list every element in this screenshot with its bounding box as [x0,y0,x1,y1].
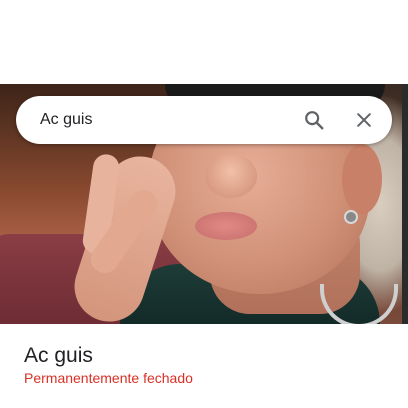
status-closed: Permanentemente fechado [24,370,193,386]
search-input[interactable]: Ac guis [40,96,290,144]
search-bar[interactable]: Ac guis [16,96,392,144]
photo-nose [205,154,257,198]
photo-lips [195,212,257,240]
photo-earring [344,210,358,224]
place-info-panel: Ac guis Permanentemente fechado [0,324,408,408]
close-button[interactable] [348,104,380,136]
close-icon [357,113,371,127]
top-blank-area [0,0,408,84]
search-button[interactable] [298,104,330,136]
photo-edge-strip [402,84,408,324]
search-icon [305,111,324,130]
place-title: Ac guis [24,344,93,367]
photo-ear [342,144,382,214]
